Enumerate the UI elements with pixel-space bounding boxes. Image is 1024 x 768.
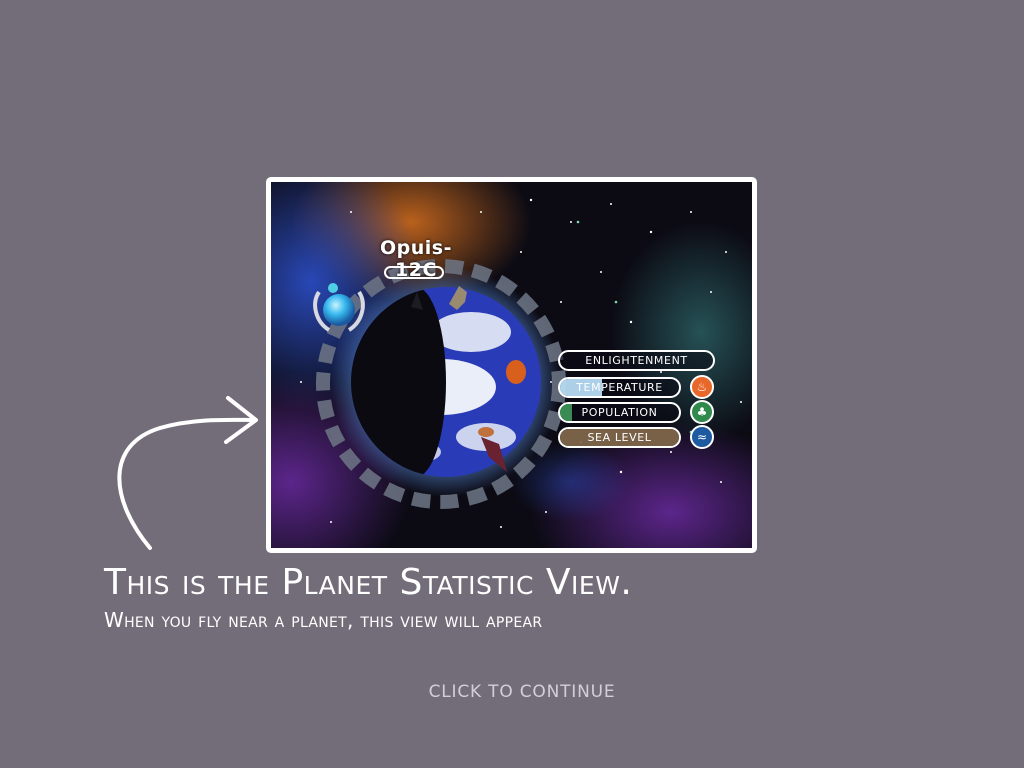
stat-label-temperature: TEMPERATURE bbox=[576, 381, 663, 394]
planet-name-bar bbox=[384, 266, 444, 279]
pointer-arrow bbox=[117, 396, 258, 550]
stat-label-sea-level: SEA LEVEL bbox=[587, 431, 652, 444]
stat-bar-sea-level: SEA LEVEL bbox=[558, 427, 681, 448]
stat-bar-temperature: TEMPERATURE bbox=[558, 377, 681, 398]
temperature-bird-icon: ♨ bbox=[690, 375, 714, 399]
stat-bar-population: POPULATION bbox=[558, 402, 681, 423]
sea-level-bird-icon: ≈ bbox=[690, 425, 714, 449]
stat-label-enlightenment: ENLIGHTENMENT bbox=[585, 354, 688, 367]
stat-bar-enlightenment: ENLIGHTENMENT bbox=[558, 350, 715, 371]
planet-view-screenshot: Opuis-12C ENLIGHTENMENT TEMPERATURE ♨ PO… bbox=[266, 177, 757, 553]
tutorial-subline: When you fly near a planet, this view wi… bbox=[104, 608, 543, 632]
population-bird-icon: ♣ bbox=[690, 400, 714, 424]
stat-label-population: POPULATION bbox=[581, 406, 658, 419]
click-to-continue-button[interactable]: CLICK TO CONTINUE bbox=[392, 682, 652, 702]
tutorial-headline: This is the Planet Statistic View. bbox=[104, 562, 633, 603]
